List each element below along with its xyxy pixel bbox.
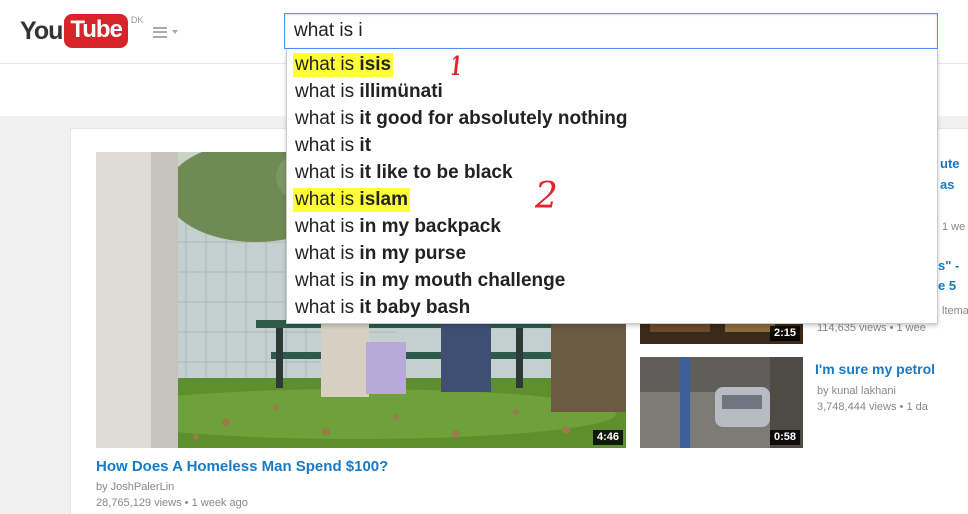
side-video-channel-fragment: ltema bbox=[942, 305, 968, 317]
side-video-title-fragment[interactable]: e 5 bbox=[938, 278, 956, 293]
side-video-channel[interactable]: by kunal lakhani bbox=[817, 385, 968, 397]
suggestion-completion: illimünati bbox=[359, 81, 443, 102]
suggestion-item[interactable]: what is illimünati bbox=[287, 78, 937, 105]
suggestion-prefix: what is bbox=[295, 270, 360, 291]
suggestion-completion: in my mouth challenge bbox=[359, 270, 566, 291]
suggestion-completion: it like to be black bbox=[359, 162, 513, 183]
video-duration: 0:58 bbox=[769, 430, 800, 445]
suggestion-item[interactable]: what is islam bbox=[287, 186, 937, 213]
suggestion-prefix: what is bbox=[295, 216, 360, 237]
side-video-meta-fragment: 1 we bbox=[942, 221, 966, 233]
video-duration: 4:46 bbox=[592, 430, 623, 445]
suggestion-item[interactable]: what is in my purse bbox=[287, 240, 937, 267]
suggestion-prefix: what is bbox=[295, 108, 360, 129]
side-video-thumbnail[interactable]: 0:58 bbox=[640, 357, 803, 448]
main-video-meta: 28,765,129 views • 1 week ago bbox=[96, 497, 248, 509]
suggestion-item[interactable]: what is it bbox=[287, 132, 937, 159]
side-video-title[interactable]: I'm sure my petrol bbox=[815, 361, 968, 377]
handwritten-mark-2: 2 bbox=[535, 176, 558, 217]
main-video-channel[interactable]: by JoshPalerLin bbox=[96, 481, 174, 493]
suggestion-prefix: what is bbox=[295, 243, 360, 264]
chevron-down-icon bbox=[172, 30, 178, 34]
side-video-title-fragment[interactable]: s" - bbox=[938, 258, 959, 273]
handwritten-mark-1: 1 bbox=[450, 52, 462, 82]
side-video-title-fragment[interactable]: as bbox=[940, 177, 954, 192]
suggestion-prefix: what is bbox=[295, 189, 360, 210]
suggestion-completion: it good for absolutely nothing bbox=[359, 108, 628, 129]
suggestion-item[interactable]: what is it good for absolutely nothing bbox=[287, 105, 937, 132]
suggestion-prefix: what is bbox=[295, 162, 360, 183]
suggestion-prefix: what is bbox=[295, 135, 360, 156]
main-video-title[interactable]: How Does A Homeless Man Spend $100? bbox=[96, 458, 388, 475]
suggestion-item[interactable]: what is in my mouth challenge bbox=[287, 267, 937, 294]
guide-menu-button[interactable] bbox=[153, 22, 187, 42]
side-video-meta: 3,748,444 views • 1 da bbox=[817, 401, 928, 413]
suggestion-item[interactable]: what is in my backpack bbox=[287, 213, 937, 240]
suggestion-item[interactable]: what is it like to be black bbox=[287, 159, 937, 186]
suggestion-prefix: what is bbox=[295, 54, 360, 75]
logo-country-code: DK bbox=[130, 15, 144, 25]
suggestion-completion: in my purse bbox=[359, 243, 467, 264]
youtube-logo[interactable]: You Tube DK bbox=[20, 14, 143, 48]
video-duration: 2:15 bbox=[769, 326, 800, 341]
suggestion-item[interactable]: what is it baby bash bbox=[287, 294, 937, 321]
suggestion-completion: islam bbox=[359, 189, 409, 210]
suggestion-completion: in my backpack bbox=[359, 216, 501, 237]
search-suggestions: what is isis what is illimünati what is … bbox=[286, 49, 938, 324]
suggestion-prefix: what is bbox=[295, 297, 360, 318]
suggestion-prefix: what is bbox=[295, 81, 360, 102]
suggestion-item[interactable]: what is isis bbox=[287, 51, 937, 78]
suggestion-completion: it baby bash bbox=[359, 297, 471, 318]
search-input[interactable] bbox=[284, 13, 938, 49]
suggestion-completion: it bbox=[359, 135, 372, 156]
logo-tube-text: Tube bbox=[64, 14, 128, 48]
side-video-title-fragment[interactable]: ute bbox=[940, 156, 960, 171]
suggestion-completion: isis bbox=[359, 54, 392, 75]
logo-you-text: You bbox=[20, 17, 63, 45]
hamburger-icon bbox=[153, 26, 167, 38]
